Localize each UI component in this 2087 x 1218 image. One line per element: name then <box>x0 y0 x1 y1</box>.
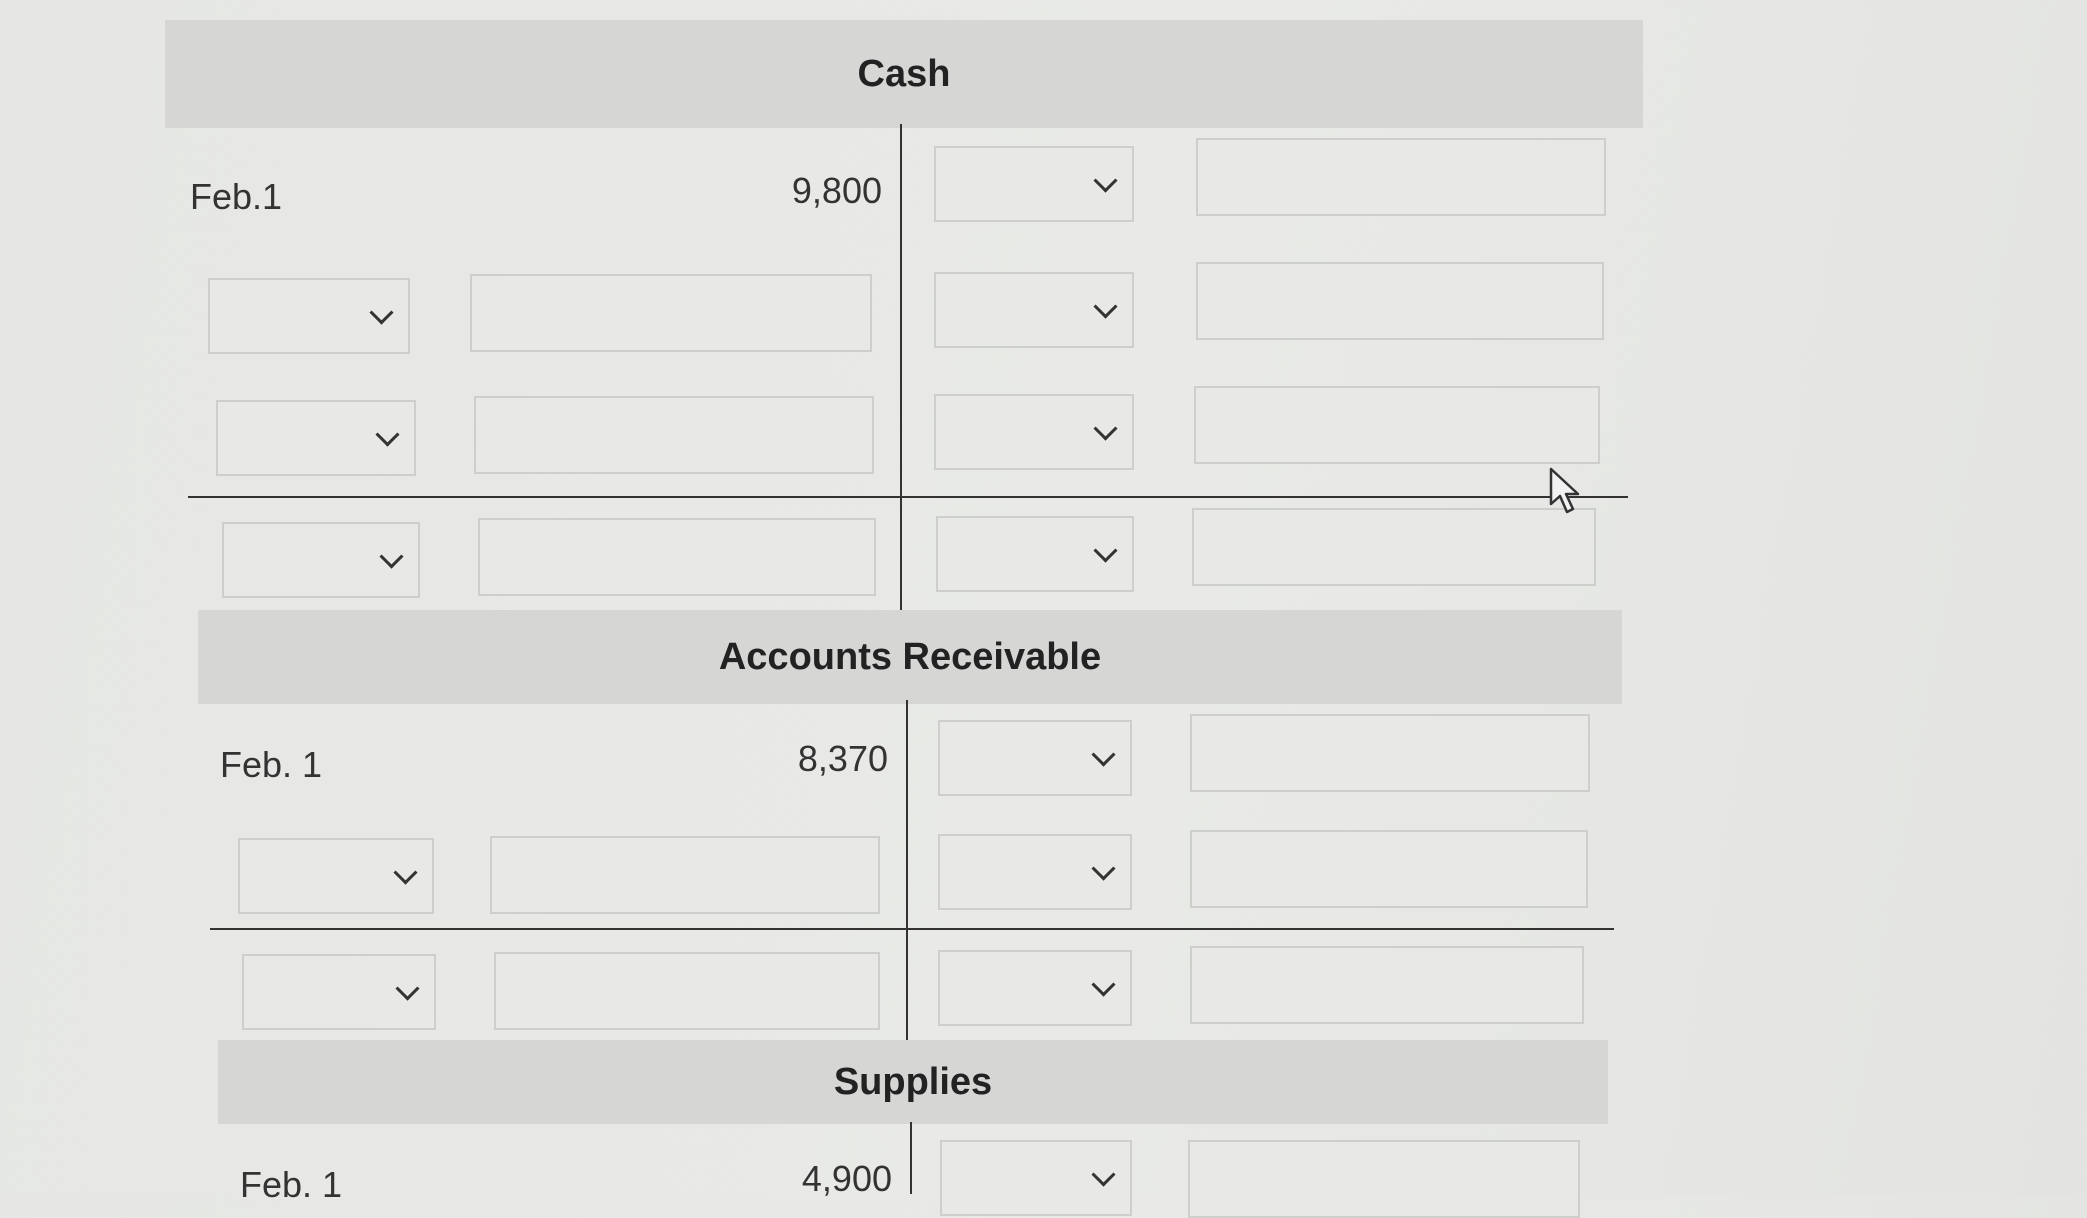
debit-amount-input[interactable] <box>470 274 872 352</box>
debit-amount-input[interactable] <box>494 952 880 1030</box>
credit-amount-input[interactable] <box>1188 1140 1580 1218</box>
chevron-down-icon <box>1093 538 1118 563</box>
account-header-supplies: Supplies <box>218 1040 1608 1124</box>
credit-amount-input[interactable] <box>1190 830 1588 908</box>
chevron-down-icon <box>379 544 404 569</box>
debit-amount-label: 9,800 <box>791 170 882 211</box>
debit-amount-input[interactable] <box>474 396 874 474</box>
t-account-balance-line <box>210 928 1614 930</box>
credit-date-dropdown[interactable] <box>938 834 1132 910</box>
credit-date-dropdown[interactable] <box>938 950 1132 1026</box>
chevron-down-icon <box>395 976 420 1001</box>
credit-amount-input[interactable] <box>1196 138 1606 216</box>
debit-date-label: Feb.1 <box>190 176 283 217</box>
credit-date-dropdown[interactable] <box>934 394 1134 470</box>
t-account-worksheet: Cash Feb.1 9,800 Accounts Receivable Feb… <box>0 0 2087 1218</box>
account-title: Supplies <box>833 1060 993 1103</box>
credit-date-dropdown[interactable] <box>936 516 1134 592</box>
credit-amount-input[interactable] <box>1190 714 1590 792</box>
chevron-down-icon <box>1093 168 1118 193</box>
chevron-down-icon <box>375 422 400 447</box>
credit-amount-input[interactable] <box>1196 262 1604 340</box>
chevron-down-icon <box>1091 972 1116 997</box>
chevron-down-icon <box>369 300 394 325</box>
debit-amount-input[interactable] <box>490 836 880 914</box>
debit-amount-input[interactable] <box>478 518 876 596</box>
credit-amount-input[interactable] <box>1190 946 1584 1024</box>
account-title: Cash <box>857 52 951 95</box>
debit-date-dropdown[interactable] <box>238 838 434 914</box>
debit-date-label: Feb. 1 <box>240 1164 343 1205</box>
chevron-down-icon <box>393 860 418 885</box>
account-header-cash: Cash <box>165 20 1643 128</box>
t-account-balance-line <box>188 496 1628 498</box>
account-header-accounts-receivable: Accounts Receivable <box>198 610 1622 704</box>
chevron-down-icon <box>1091 856 1116 881</box>
credit-amount-input[interactable] <box>1192 508 1596 586</box>
credit-date-dropdown[interactable] <box>938 720 1132 796</box>
t-account-divider <box>900 124 902 614</box>
credit-amount-input[interactable] <box>1194 386 1600 464</box>
credit-date-dropdown[interactable] <box>940 1140 1132 1216</box>
debit-date-label: Feb. 1 <box>220 744 323 785</box>
mouse-pointer-icon <box>1549 467 1580 514</box>
debit-date-dropdown[interactable] <box>216 400 416 476</box>
chevron-down-icon <box>1091 1162 1116 1187</box>
debit-date-dropdown[interactable] <box>222 522 420 598</box>
credit-date-dropdown[interactable] <box>934 146 1134 222</box>
debit-date-dropdown[interactable] <box>208 278 410 354</box>
account-title: Accounts Receivable <box>718 635 1102 678</box>
credit-date-dropdown[interactable] <box>934 272 1134 348</box>
t-account-divider <box>906 700 908 1040</box>
chevron-down-icon <box>1093 416 1118 441</box>
chevron-down-icon <box>1091 742 1116 767</box>
chevron-down-icon <box>1093 294 1118 319</box>
debit-date-dropdown[interactable] <box>242 954 436 1030</box>
debit-amount-label: 8,370 <box>797 738 888 779</box>
t-account-divider <box>910 1122 912 1194</box>
